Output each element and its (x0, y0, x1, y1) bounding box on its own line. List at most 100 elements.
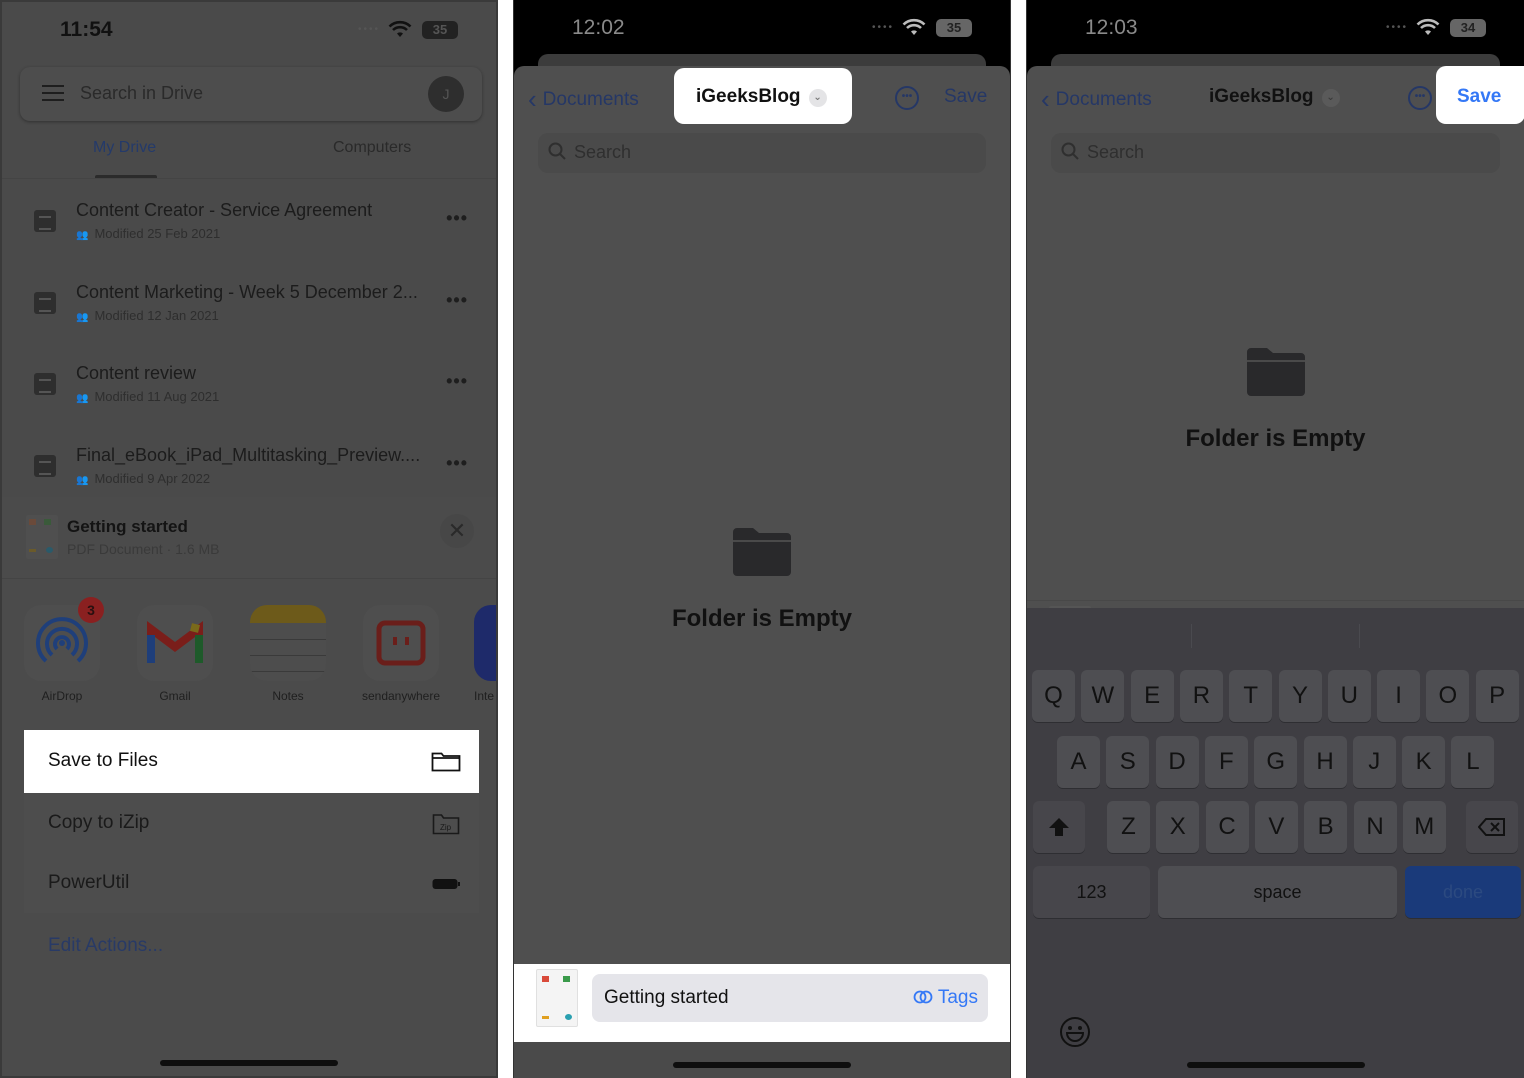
hamburger-menu-icon[interactable] (42, 85, 64, 101)
key-k[interactable]: K (1402, 736, 1446, 788)
file-row[interactable]: Content Marketing - Week 5 December 2...… (2, 262, 496, 344)
suggestion-divider (1191, 624, 1192, 648)
numbers-key[interactable]: 123 (1033, 866, 1150, 918)
app-sendanywhere[interactable]: sendanywhere (361, 605, 441, 703)
search-field[interactable]: Search (1051, 133, 1500, 173)
wifi-icon (1416, 18, 1440, 35)
home-indicator (1186, 1062, 1365, 1068)
key-p[interactable]: P (1475, 670, 1519, 722)
drive-search-bar[interactable]: Search in Drive J (20, 67, 482, 121)
tab-computers[interactable]: Computers (333, 139, 411, 157)
file-row[interactable]: Content Creator - Service Agreement 👥 Mod… (2, 180, 496, 262)
status-bar: 12:03 •••• 34 (1027, 0, 1524, 58)
more-options-icon[interactable]: ••• (895, 86, 919, 110)
notification-badge: 3 (78, 597, 104, 623)
key-j[interactable]: J (1352, 736, 1396, 788)
key-c[interactable]: C (1205, 801, 1249, 853)
copy-to-izip-action[interactable]: Copy to iZip Zip (24, 793, 479, 853)
key-y[interactable]: Y (1278, 670, 1322, 722)
save-to-files-action[interactable]: Save to Files (24, 730, 479, 793)
search-input[interactable]: Search (1087, 142, 1144, 163)
more-options-icon[interactable]: ••• (1408, 86, 1432, 110)
status-bar: 12:02 •••• 35 (514, 0, 1010, 58)
search-icon (548, 142, 566, 160)
key-t[interactable]: T (1229, 670, 1273, 722)
more-options-icon[interactable]: ••• (446, 290, 468, 311)
key-i[interactable]: I (1377, 670, 1421, 722)
key-b[interactable]: B (1304, 801, 1348, 853)
key-m[interactable]: M (1402, 801, 1446, 853)
more-options-icon[interactable]: ••• (446, 371, 468, 392)
back-button[interactable]: ‹ Documents (528, 84, 639, 115)
save-button[interactable]: Save (1457, 86, 1501, 108)
delete-key[interactable] (1466, 801, 1518, 853)
wifi-icon (388, 20, 412, 37)
space-key[interactable]: space (1158, 866, 1397, 918)
key-v[interactable]: V (1254, 801, 1298, 853)
sendanywhere-icon (363, 605, 439, 681)
search-input[interactable]: Search (574, 142, 631, 163)
key-l[interactable]: L (1451, 736, 1495, 788)
key-u[interactable]: U (1327, 670, 1371, 722)
key-r[interactable]: R (1179, 670, 1223, 722)
status-time: 11:54 (60, 18, 113, 41)
app-airdrop[interactable]: 3 AirDrop (22, 597, 104, 703)
key-a[interactable]: A (1057, 736, 1100, 788)
avatar[interactable]: J (428, 76, 464, 112)
filename-field[interactable]: Getting started Tags (592, 974, 988, 1022)
key-z[interactable]: Z (1107, 801, 1150, 853)
search-field[interactable]: Search (538, 133, 986, 173)
shift-key[interactable] (1033, 801, 1085, 853)
document-thumbnail (536, 969, 578, 1027)
tags-button[interactable]: Tags (913, 987, 978, 1009)
doc-icon (34, 373, 56, 395)
battery-icon: 34 (1450, 19, 1486, 37)
folder-title-button[interactable]: iGeeksBlog ⌄ (1209, 86, 1340, 108)
key-g[interactable]: G (1254, 736, 1298, 788)
key-n[interactable]: N (1353, 801, 1397, 853)
back-label: Documents (1055, 89, 1152, 110)
key-f[interactable]: F (1204, 736, 1248, 788)
key-x[interactable]: X (1156, 801, 1200, 853)
empty-state: Folder is Empty (514, 526, 1010, 633)
document-thumbnail (26, 515, 58, 559)
app-label: Inte (474, 689, 495, 703)
app-notes[interactable]: Notes (248, 605, 328, 703)
app-icon (474, 605, 496, 681)
more-options-icon[interactable]: ••• (446, 208, 468, 229)
key-d[interactable]: D (1155, 736, 1199, 788)
key-e[interactable]: E (1130, 670, 1174, 722)
shared-icon: 👥 (76, 311, 89, 323)
filename-bar: Getting started Tags (514, 964, 1010, 1042)
folder-icon (1246, 348, 1305, 396)
backspace-icon (1477, 818, 1505, 836)
key-h[interactable]: H (1303, 736, 1347, 788)
search-input[interactable]: Search in Drive (80, 83, 203, 104)
files-save-panel-rename: 12:02 •••• 35 ‹ Documents iGeeksBlog ⌄ •••… (513, 0, 1011, 1078)
save-button[interactable]: Save (944, 86, 987, 108)
folder-title-button[interactable]: iGeeksBlog ⌄ (696, 86, 827, 108)
powerutil-action[interactable]: PowerUtil (24, 853, 479, 913)
key-w[interactable]: W (1081, 670, 1125, 722)
active-tab-indicator (95, 175, 157, 178)
file-name: Content Creator - Service Agreement (76, 200, 373, 220)
app-partial[interactable]: Inte (474, 605, 496, 703)
key-o[interactable]: O (1426, 670, 1470, 722)
empty-state-text: Folder is Empty (1185, 425, 1366, 452)
back-button[interactable]: ‹ Documents (1041, 84, 1152, 115)
google-drive-share-panel: 11:54 •••• 35 Search in Drive J My Drive… (0, 0, 498, 1078)
edit-actions-link[interactable]: Edit Actions... (48, 935, 163, 957)
emoji-icon[interactable] (1059, 1016, 1091, 1048)
file-row[interactable]: Content review 👥 Modified 11 Aug 2021 ••• (2, 343, 496, 425)
filename-input[interactable]: Getting started (604, 987, 729, 1009)
file-row[interactable]: Final_eBook_iPad_Multitasking_Preview...… (2, 425, 496, 507)
key-s[interactable]: S (1106, 736, 1150, 788)
key-q[interactable]: Q (1032, 670, 1075, 722)
shared-icon: 👥 (76, 474, 89, 486)
files-save-panel-confirm: 12:03 •••• 34 ‹ Documents iGeeksBlog ⌄ •••… (1026, 0, 1524, 1078)
tab-my-drive[interactable]: My Drive (93, 139, 156, 157)
close-icon[interactable]: ✕ (440, 514, 474, 548)
more-options-icon[interactable]: ••• (446, 453, 468, 474)
done-key[interactable]: done (1405, 866, 1521, 918)
app-gmail[interactable]: Gmail (135, 605, 215, 703)
